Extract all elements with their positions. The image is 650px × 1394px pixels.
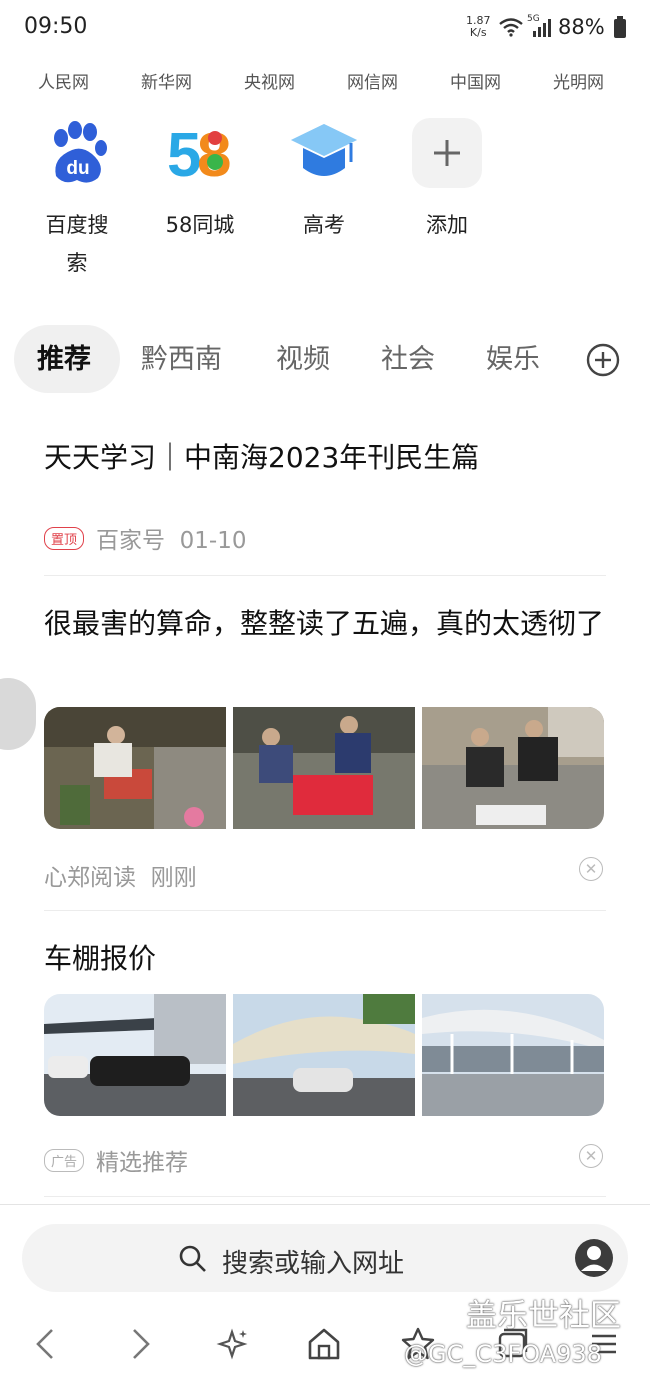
status-bar: 09:50 1.87 K/s 5G 88% [0,0,650,58]
battery-icon [614,16,626,38]
feed-image [233,994,415,1116]
search-icon [179,1245,206,1272]
shortcut-add[interactable]: 添加 [397,118,497,244]
pinned-badge: 置顶 [44,527,85,550]
ad-badge: 广告 [44,1149,85,1172]
watermark-title: 盖乐世社区 [466,1298,621,1334]
status-time: 09:50 [24,14,88,39]
shortcut-label: 高考 [303,213,345,237]
net-speed-unit: K/s [469,26,487,39]
quick-link-guangming[interactable]: 光明网 [553,68,604,93]
tab-video[interactable]: 视频 [276,337,330,376]
tab-recommend[interactable]: 推荐 [37,337,91,376]
shortcut-label: 添加 [426,213,468,237]
svg-text:du: du [66,158,89,179]
quick-link-renmin[interactable]: 人民网 [38,68,89,93]
forward-icon[interactable] [120,1324,160,1364]
tab-society[interactable]: 社会 [381,337,435,376]
feed-meta: 广告 精选推荐 [44,1143,188,1177]
feed-image [233,707,415,829]
tab-qianxinan[interactable]: 黔西南 [141,337,222,376]
feed-source: 百家号 [96,528,166,554]
feed-time: 刚刚 [150,865,197,891]
shortcut-baidu[interactable]: du 百度搜索 [27,118,127,282]
baidu-paw-icon: du [42,118,112,188]
divider [44,575,606,576]
shortcut-58[interactable]: 5 8 58同城 [150,118,250,244]
feed-title[interactable]: 很最害的算命，整整读了五遍，真的太透彻了 [44,602,604,646]
shortcut-label: 百度搜索 [45,213,109,275]
quick-link-cac[interactable]: 网信网 [347,68,398,93]
feed-image [422,707,604,829]
feed-title[interactable]: 天天学习｜中南海2023年刊民生篇 [44,436,604,480]
shortcut-label: 58同城 [165,213,235,237]
add-tab-icon[interactable] [586,343,620,377]
tab-entertainment[interactable]: 娱乐 [486,337,540,376]
58-logo-icon: 5 8 [165,118,235,190]
wifi-icon [499,18,523,37]
net-speed: 1.87 K/s [466,15,491,39]
sparkle-icon[interactable] [212,1324,252,1364]
dismiss-icon[interactable]: ✕ [579,1144,603,1168]
battery-percent: 88% [558,15,605,39]
signal-icon [533,19,551,37]
back-icon[interactable] [26,1324,66,1364]
dismiss-icon[interactable]: ✕ [579,857,603,881]
feed-meta: 置顶 百家号 01-10 [44,521,246,555]
feed-source: 精选推荐 [96,1150,189,1176]
feed-image-row[interactable] [44,994,604,1116]
avatar-icon[interactable] [574,1238,614,1278]
feed-image [44,994,226,1116]
watermark-user: @GC_C3FOA938 [404,1340,602,1368]
quick-link-china[interactable]: 中国网 [450,68,501,93]
plus-icon [412,118,482,188]
shortcut-gaokao[interactable]: 高考 [274,118,374,244]
search-input[interactable]: 搜索或输入网址 [222,1243,404,1280]
quick-link-cctv[interactable]: 央视网 [244,68,295,93]
feed-time: 01-10 [179,528,247,554]
feed-image [44,707,226,829]
quick-link-xinhua[interactable]: 新华网 [141,68,192,93]
graduation-cap-icon [289,118,359,188]
feed-title[interactable]: 车棚报价 [44,937,604,981]
home-icon[interactable] [304,1324,344,1364]
divider [44,1196,606,1197]
feed-image-row[interactable] [44,707,604,829]
divider [44,910,606,911]
floating-side-handle[interactable] [0,678,36,750]
feed-image [422,994,604,1116]
bottom-separator [0,1204,650,1205]
category-tabs: 推荐 黔西南 视频 社会 娱乐 [0,325,650,393]
feed-meta: 心郑阅读 刚刚 [44,858,197,892]
feed-source: 心郑阅读 [44,865,136,891]
